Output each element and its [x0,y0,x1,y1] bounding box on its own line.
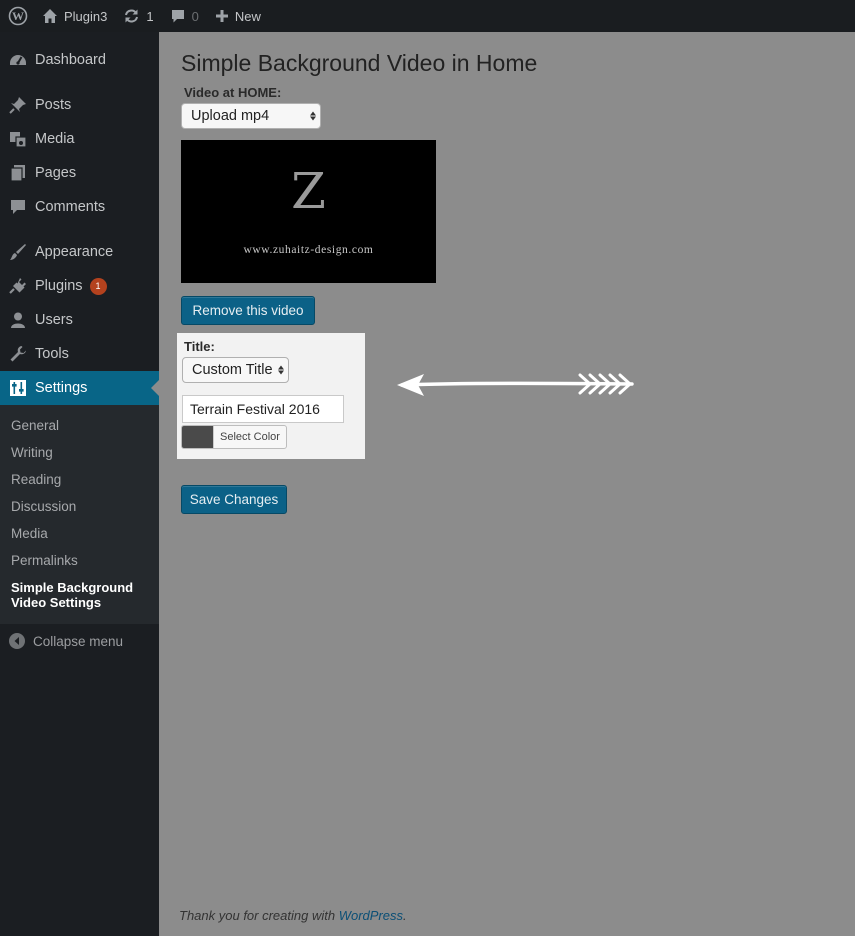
page-title: Simple Background Video in Home [181,50,538,76]
submenu-item-permalinks[interactable]: Permalinks [11,553,78,568]
home-icon [42,8,58,24]
admin-bar-updates[interactable]: 1 [115,0,161,32]
sidebar-item-label: Media [35,131,75,147]
submenu-item-media[interactable]: Media [11,526,48,541]
admin-bar-site[interactable]: Plugin3 [36,0,115,32]
comment-bubble-icon [170,8,186,24]
video-preview[interactable]: Z www.zuhaitz-design.com [181,140,436,283]
wordpress-logo-icon[interactable]: W [0,0,36,32]
sidebar-item-dashboard[interactable]: Dashboard [0,43,159,77]
sidebar-item-plugins[interactable]: Plugins 1 [0,269,159,303]
collapse-menu-button[interactable]: Collapse menu [0,630,123,652]
submenu-item-general[interactable]: General [11,418,59,433]
plugins-update-badge: 1 [89,277,107,295]
sidebar-item-appearance[interactable]: Appearance [0,235,159,269]
sidebar-item-pages[interactable]: Pages [0,156,159,190]
video-logo-letter: Z [291,162,326,220]
sidebar-item-label: Pages [35,165,77,181]
settings-submenu: General Writing Reading Discussion Media… [0,405,159,624]
sidebar-item-users[interactable]: Users [0,303,159,337]
remove-video-button[interactable]: Remove this video [181,296,315,325]
sidebar-item-label: Users [35,312,73,328]
footer-thanks: Thank you for creating with WordPress. [179,908,407,923]
sidebar-item-label: Appearance [35,244,114,260]
site-name: Plugin3 [64,8,108,24]
video-logo-url: www.zuhaitz-design.com [243,244,374,256]
updates-icon [123,8,140,24]
title-type-value: Custom Title [192,362,273,378]
select-color-label: Select Color [213,426,280,448]
user-icon [8,310,28,330]
title-type-select[interactable]: Custom Title [182,357,289,383]
admin-bar-new[interactable]: New [207,0,269,32]
comments-count: 0 [191,8,199,24]
sidebar-item-media[interactable]: Media [0,122,159,156]
admin-bar-comments[interactable]: 0 [162,0,207,32]
sidebar-item-comments[interactable]: Comments [0,190,159,224]
admin-sidebar: Dashboard Posts Media Pages Comments App… [0,32,159,936]
settings-icon [8,378,28,398]
collapse-menu-label: Collapse menu [33,633,124,649]
sidebar-item-label: Settings [35,380,88,396]
sidebar-item-tools[interactable]: Tools [0,337,159,371]
submenu-item-reading[interactable]: Reading [11,472,61,487]
video-at-home-label: Video at HOME: [184,85,282,100]
select-arrows-icon [310,111,316,121]
sidebar-item-posts[interactable]: Posts [0,88,159,122]
sidebar-item-label: Tools [35,346,69,362]
media-icon [8,129,28,149]
pin-icon [8,95,28,115]
sidebar-item-settings[interactable]: Settings [0,371,159,405]
comment-icon [8,197,28,217]
color-swatch [182,426,213,448]
plug-icon [8,276,28,296]
submenu-item-writing[interactable]: Writing [11,445,53,460]
sidebar-item-label: Posts [35,97,72,113]
video-source-value: Upload mp4 [191,108,270,124]
submenu-item-simple-background-video[interactable]: Simple Background Video Settings [11,580,151,610]
select-color-button[interactable]: Select Color [181,425,287,449]
brush-icon [8,242,28,262]
pages-icon [8,163,28,183]
updates-count: 1 [146,8,154,24]
sidebar-item-label: Dashboard [35,52,106,68]
collapse-arrow-icon [9,633,25,649]
sidebar-item-label: Plugins [35,278,83,294]
footer-wordpress-link[interactable]: WordPress [339,908,403,923]
new-label: New [234,8,261,24]
svg-text:W: W [12,9,24,23]
select-arrows-icon [278,365,284,375]
video-source-select[interactable]: Upload mp4 [181,103,321,129]
footer-thanks-text: Thank you for creating with [179,908,339,923]
save-changes-button[interactable]: Save Changes [181,485,287,514]
wrench-icon [8,344,28,364]
admin-bar: W Plugin3 1 0 New [0,0,855,32]
dashboard-icon [8,50,28,70]
plus-icon [215,9,229,23]
title-text-input[interactable]: Terrain Festival 2016 [182,395,344,423]
submenu-item-discussion[interactable]: Discussion [11,499,76,514]
title-label: Title: [184,339,215,354]
sidebar-item-label: Comments [35,199,106,215]
annotation-arrow-icon [397,373,634,396]
footer-period: . [403,908,407,923]
